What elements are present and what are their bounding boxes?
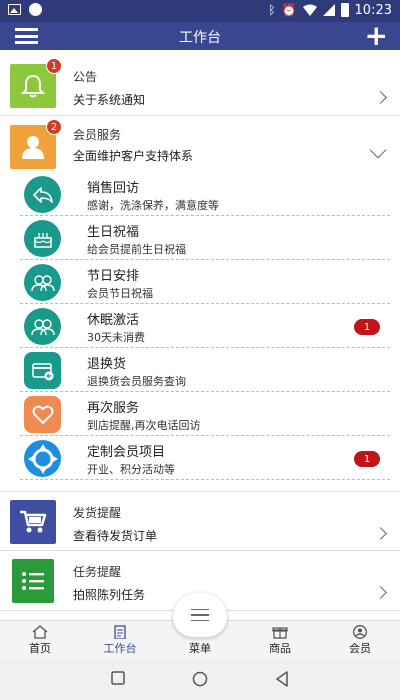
back-icon[interactable] (275, 671, 289, 687)
tab-members[interactable]: 会员 (320, 621, 400, 659)
member-item-title: 退换货 (87, 357, 127, 372)
member-item-desc: 30天未消费 (87, 331, 145, 344)
menu-fab-button[interactable] (173, 593, 227, 637)
shipping-subtitle: 查看待发货订单 (73, 529, 158, 543)
chevron-right-icon (374, 91, 387, 104)
member-section[interactable]: 2 会员服务 全面维护客户支持体系 (0, 116, 400, 171)
tab-products[interactable]: 商品 (240, 621, 320, 659)
home-icon (32, 625, 48, 639)
recent-apps-icon[interactable] (111, 671, 125, 685)
cake-icon (24, 220, 61, 257)
announcement-badge: 1 (46, 58, 62, 74)
member-item-title: 休眠激活 (87, 313, 140, 328)
member-item-reservice[interactable]: 再次服务 到店提醒,再次电话回访 (20, 392, 390, 436)
reply-icon (24, 176, 61, 213)
member-item-desc: 会员节日祝福 (87, 287, 153, 300)
tab-label: 工作台 (103, 642, 137, 655)
member-item-title: 生日祝福 (87, 225, 140, 240)
list-icon (12, 559, 54, 603)
shipping-title: 发货提醒 (73, 506, 122, 520)
announcement-title: 公告 (73, 70, 98, 84)
system-nav-bar (0, 658, 400, 700)
bluetooth-icon: ᛒ (268, 3, 276, 17)
home-circle-icon[interactable] (192, 671, 208, 687)
image-icon (8, 4, 21, 15)
card-icon (24, 352, 61, 389)
member-item-desc: 开业、积分活动等 (87, 463, 175, 476)
count-badge: 1 (354, 319, 380, 335)
person-icon: 2 (10, 119, 62, 169)
member-item-title: 销售回访 (87, 181, 140, 196)
shipping-section[interactable]: 发货提醒 查看待发货订单 (0, 491, 400, 551)
member-item-title: 定制会员项目 (87, 445, 166, 460)
signal-icon (322, 4, 335, 16)
target-icon (24, 440, 61, 477)
alarm-icon: ⏰ (281, 3, 297, 17)
task-subtitle: 拍照陈列任务 (73, 588, 146, 602)
member-item-custom-project[interactable]: 定制会员项目 开业、积分活动等 1 (20, 436, 390, 480)
tab-label: 首页 (29, 642, 51, 655)
status-time: 10:23 (354, 2, 392, 18)
member-item-desc: 感谢，洗涤保养，满意度等 (87, 199, 219, 212)
tab-home[interactable]: 首页 (0, 621, 80, 659)
announcement-section[interactable]: 1 公告 关于系统通知 (0, 50, 400, 116)
workbench-list: 1 公告 关于系统通知 2 会员服务 全面维护客户支持体系 销售回访 感谢，洗涤… (0, 50, 400, 620)
gift-icon (272, 627, 288, 639)
app-header: 工作台 + (0, 22, 400, 50)
member-badge: 2 (46, 119, 62, 135)
menu-icon (191, 605, 209, 626)
member-item-dormant[interactable]: 休眠激活 30天未消费 1 (20, 304, 390, 348)
tab-label: 商品 (269, 642, 291, 655)
wifi-icon (302, 4, 317, 16)
battery-icon (340, 3, 349, 17)
user-circle-icon (353, 625, 367, 639)
tab-workbench[interactable]: 工作台 (80, 621, 160, 659)
chevron-down-icon[interactable] (369, 141, 387, 159)
chevron-right-icon (374, 586, 387, 599)
member-item-returns[interactable]: 退换货 退换货会员服务查询 (20, 348, 390, 392)
page-title: 工作台 (179, 30, 221, 46)
tab-label: 会员 (349, 642, 371, 655)
member-item-title: 再次服务 (87, 401, 140, 416)
circle-icon (29, 3, 42, 16)
member-item-holiday[interactable]: 节日安排 会员节日祝福 (20, 260, 390, 304)
plus-icon[interactable]: + (365, 22, 388, 50)
task-title: 任务提醒 (73, 565, 122, 579)
heart-icon (24, 396, 61, 433)
clipboard-icon (114, 625, 126, 639)
tab-label: 菜单 (189, 642, 211, 655)
chevron-right-icon (374, 527, 387, 540)
people-icon (24, 264, 61, 301)
member-item-desc: 给会员提前生日祝福 (87, 243, 186, 256)
member-item-desc: 到店提醒,再次电话回访 (87, 419, 201, 432)
people-icon (24, 308, 61, 345)
announcement-subtitle: 关于系统通知 (73, 93, 146, 107)
count-badge: 1 (354, 451, 380, 467)
member-item-sales-followup[interactable]: 销售回访 感谢，洗涤保养，满意度等 (20, 172, 390, 216)
cart-icon (10, 500, 56, 544)
member-subtitle: 全面维护客户支持体系 (73, 149, 194, 163)
bell-icon: 1 (10, 58, 62, 108)
member-title: 会员服务 (73, 128, 122, 142)
member-item-desc: 退换货会员服务查询 (87, 375, 186, 388)
member-item-birthday[interactable]: 生日祝福 给会员提前生日祝福 (20, 216, 390, 260)
member-item-title: 节日安排 (87, 269, 140, 284)
status-bar: ᛒ ⏰ 10:23 (0, 0, 400, 22)
